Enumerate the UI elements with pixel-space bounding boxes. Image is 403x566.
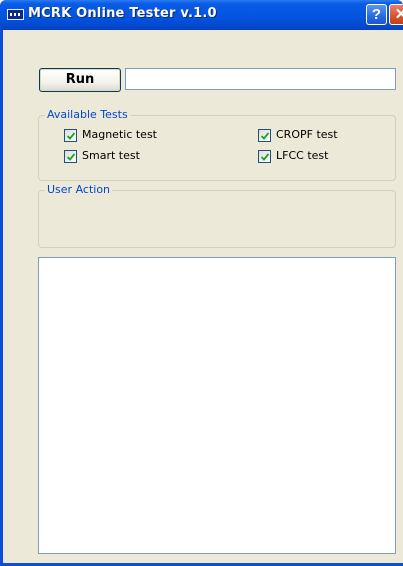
magnetic-test-label: Magnetic test [82, 128, 157, 141]
title-bar[interactable]: MCRK Online Tester v.1.0 ? ✕ [0, 0, 403, 30]
check-icon [67, 132, 75, 140]
checkbox-box[interactable] [64, 150, 77, 163]
check-icon [261, 153, 269, 161]
command-input[interactable] [125, 68, 396, 90]
output-textarea[interactable] [38, 257, 396, 554]
close-icon: ✕ [394, 6, 403, 23]
close-button[interactable]: ✕ [389, 4, 403, 25]
available-tests-group: Available Tests Magnetic test Smart test [38, 108, 396, 181]
checkbox-box[interactable] [258, 150, 271, 163]
cropf-test-label: CROPF test [276, 128, 338, 141]
run-button[interactable]: Run [39, 68, 121, 92]
available-tests-title: Available Tests [45, 108, 130, 122]
check-icon [261, 132, 269, 140]
help-button[interactable]: ? [366, 4, 387, 25]
checkbox-box[interactable] [64, 129, 77, 142]
smart-test-label: Smart test [82, 149, 140, 162]
help-icon: ? [371, 6, 382, 23]
app-icon[interactable] [7, 9, 24, 20]
app-window: MCRK Online Tester v.1.0 ? ✕ Run Availab… [0, 0, 403, 566]
window-title: MCRK Online Tester v.1.0 [28, 6, 217, 21]
user-action-group: User Action [38, 183, 396, 248]
checkbox-box[interactable] [258, 129, 271, 142]
check-icon [67, 153, 75, 161]
lfcc-test-label: LFCC test [276, 149, 329, 162]
user-action-title: User Action [45, 183, 113, 197]
client-area: Run Available Tests Magnetic test Smart … [3, 30, 403, 563]
